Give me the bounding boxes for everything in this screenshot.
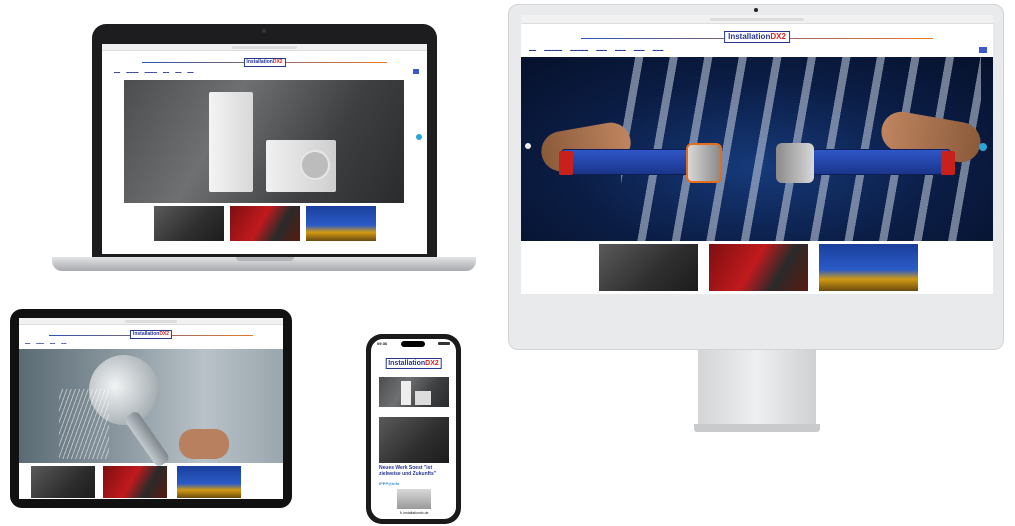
nav-item[interactable]: ▬▬▬ [634,48,645,52]
article-title[interactable]: Neues Werk Soest "ist zielweise und Zuku… [379,465,451,478]
hero-banner[interactable] [19,345,283,469]
logo-main: Installation [246,59,273,65]
imac-screen: InstallationDX2 ▬▬ ▬▬▬▬▬ ▬▬▬▬▬ ▬▬▬ ▬▬▬ ▬▬▬ ▬▬▬ [521,15,993,294]
logo-accent: DX2 [272,59,283,65]
nav-item[interactable]: ▬▬▬▬▬ [570,48,588,52]
heat-pump-indoor-unit [401,381,411,405]
nav-item[interactable]: ▬▬▬▬▬ [544,48,562,52]
thumbnail-red-machine[interactable] [709,244,808,291]
search-button[interactable] [979,47,987,53]
logo-accent: DX2 [770,32,786,41]
battery-left [559,151,573,175]
site-logo[interactable]: InstallationDX2 [385,358,442,369]
logo-accent: DX2 [425,360,439,367]
status-icons [438,342,450,345]
laptop-notch [236,257,294,261]
thumbnail-red-machine[interactable] [103,466,167,498]
nav-item[interactable]: ▬▬ [175,70,181,74]
heat-pump-outdoor-unit [415,391,431,405]
phone-device: 09:36 InstallationDX2 Neues Werk Soest "… [366,334,461,524]
nav-item[interactable]: ▬▬ [114,70,120,74]
browser-toolbar [102,44,427,51]
nav-item[interactable]: ▬▬ [187,70,193,74]
imac-stand [698,350,816,426]
nav-item[interactable]: ▬▬ [61,342,66,345]
main-nav: ▬▬ ▬▬▬▬ ▬▬▬▬ ▬▬ ▬▬ ▬▬ [114,70,194,74]
logo-main: Installation [132,331,160,337]
imac-stand-foot [694,424,820,432]
hero-banner[interactable] [124,80,404,203]
slider-next-icon[interactable] [416,134,422,140]
laptop-base [52,257,476,271]
nav-item[interactable]: ▬▬▬ [653,48,664,52]
tablet-device: InstallationDX2 ▬▬ ▬▬▬ ▬▬ ▬▬ [10,309,292,508]
phone-hero-thumb[interactable] [379,377,449,407]
address-bar[interactable] [709,18,805,21]
nav-item[interactable]: ▬▬ [50,342,55,345]
nav-item[interactable]: ▬▬▬▬ [145,70,157,74]
camera-dot-icon [262,29,266,33]
status-time: 09:36 [377,341,388,346]
heat-pump-indoor-unit [209,92,253,192]
imac-device: InstallationDX2 ▬▬ ▬▬▬▬▬ ▬▬▬▬▬ ▬▬▬ ▬▬▬ ▬▬▬ ▬▬▬ [508,4,1004,350]
heat-pump-outdoor-unit [266,140,336,192]
thumbnail-valve[interactable] [154,206,224,241]
nav-item[interactable]: ▬▬ [529,48,536,52]
nav-item[interactable]: ▬▬▬▬ [126,70,138,74]
laptop-screen: InstallationDX2 ▬▬ ▬▬▬▬ ▬▬▬▬ ▬▬ ▬▬ ▬▬ [102,44,427,254]
browser-toolbar [521,15,993,24]
press-tool-left [561,149,691,175]
phone-url-bar[interactable]: ↻ installationdx.de [381,511,447,515]
thumbnail-pump[interactable] [819,244,918,291]
laptop-device: InstallationDX2 ▬▬ ▬▬▬▬ ▬▬▬▬ ▬▬ ▬▬ ▬▬ [92,24,437,261]
tablet-screen: InstallationDX2 ▬▬ ▬▬▬ ▬▬ ▬▬ [19,318,283,499]
phone-thumb-heat-pump[interactable] [397,489,431,509]
thumbnail-pump[interactable] [306,206,376,241]
nav-item[interactable]: ▬▬ [25,342,30,345]
hand [179,429,229,459]
shower-handle [123,409,171,469]
article-link[interactable]: IPPP@info [379,481,399,486]
slider-next-icon[interactable] [979,143,987,151]
thumbnail-pump[interactable] [177,466,241,498]
phone-thumb-valve[interactable] [379,417,449,463]
nav-item[interactable]: ▬▬ [163,70,169,74]
camera-dot-icon [754,8,758,12]
phone-screen: 09:36 InstallationDX2 Neues Werk Soest "… [371,339,456,519]
slider-prev-icon[interactable] [525,143,531,149]
press-jaw-right [776,143,814,183]
address-bar[interactable] [232,46,297,49]
thumbnail-valve[interactable] [599,244,698,291]
logo-main: Installation [388,360,426,367]
site-logo[interactable]: InstallationDX2 [243,58,286,67]
main-nav: ▬▬ ▬▬▬ ▬▬ ▬▬ [25,342,66,345]
thumbnail-red-machine[interactable] [230,206,300,241]
site-logo[interactable]: InstallationDX2 [129,330,173,339]
nav-item[interactable]: ▬▬▬ [36,342,44,345]
nav-item[interactable]: ▬▬▬ [596,48,607,52]
water-spray [59,389,109,459]
search-button[interactable] [413,69,419,74]
browser-toolbar [19,318,283,325]
site-logo[interactable]: InstallationDX2 [724,31,790,43]
press-tool-right [811,149,951,175]
thumbnail-valve[interactable] [31,466,95,498]
logo-accent: DX2 [159,331,170,337]
nav-item[interactable]: ▬▬▬ [615,48,626,52]
logo-main: Installation [728,32,771,41]
hero-banner[interactable] [521,57,993,241]
press-jaw-left [686,143,722,183]
dynamic-island [401,341,425,347]
battery-right [941,151,955,175]
address-bar[interactable] [124,320,178,323]
main-nav: ▬▬ ▬▬▬▬▬ ▬▬▬▬▬ ▬▬▬ ▬▬▬ ▬▬▬ ▬▬▬ [529,48,663,52]
fan-grille [300,150,330,180]
